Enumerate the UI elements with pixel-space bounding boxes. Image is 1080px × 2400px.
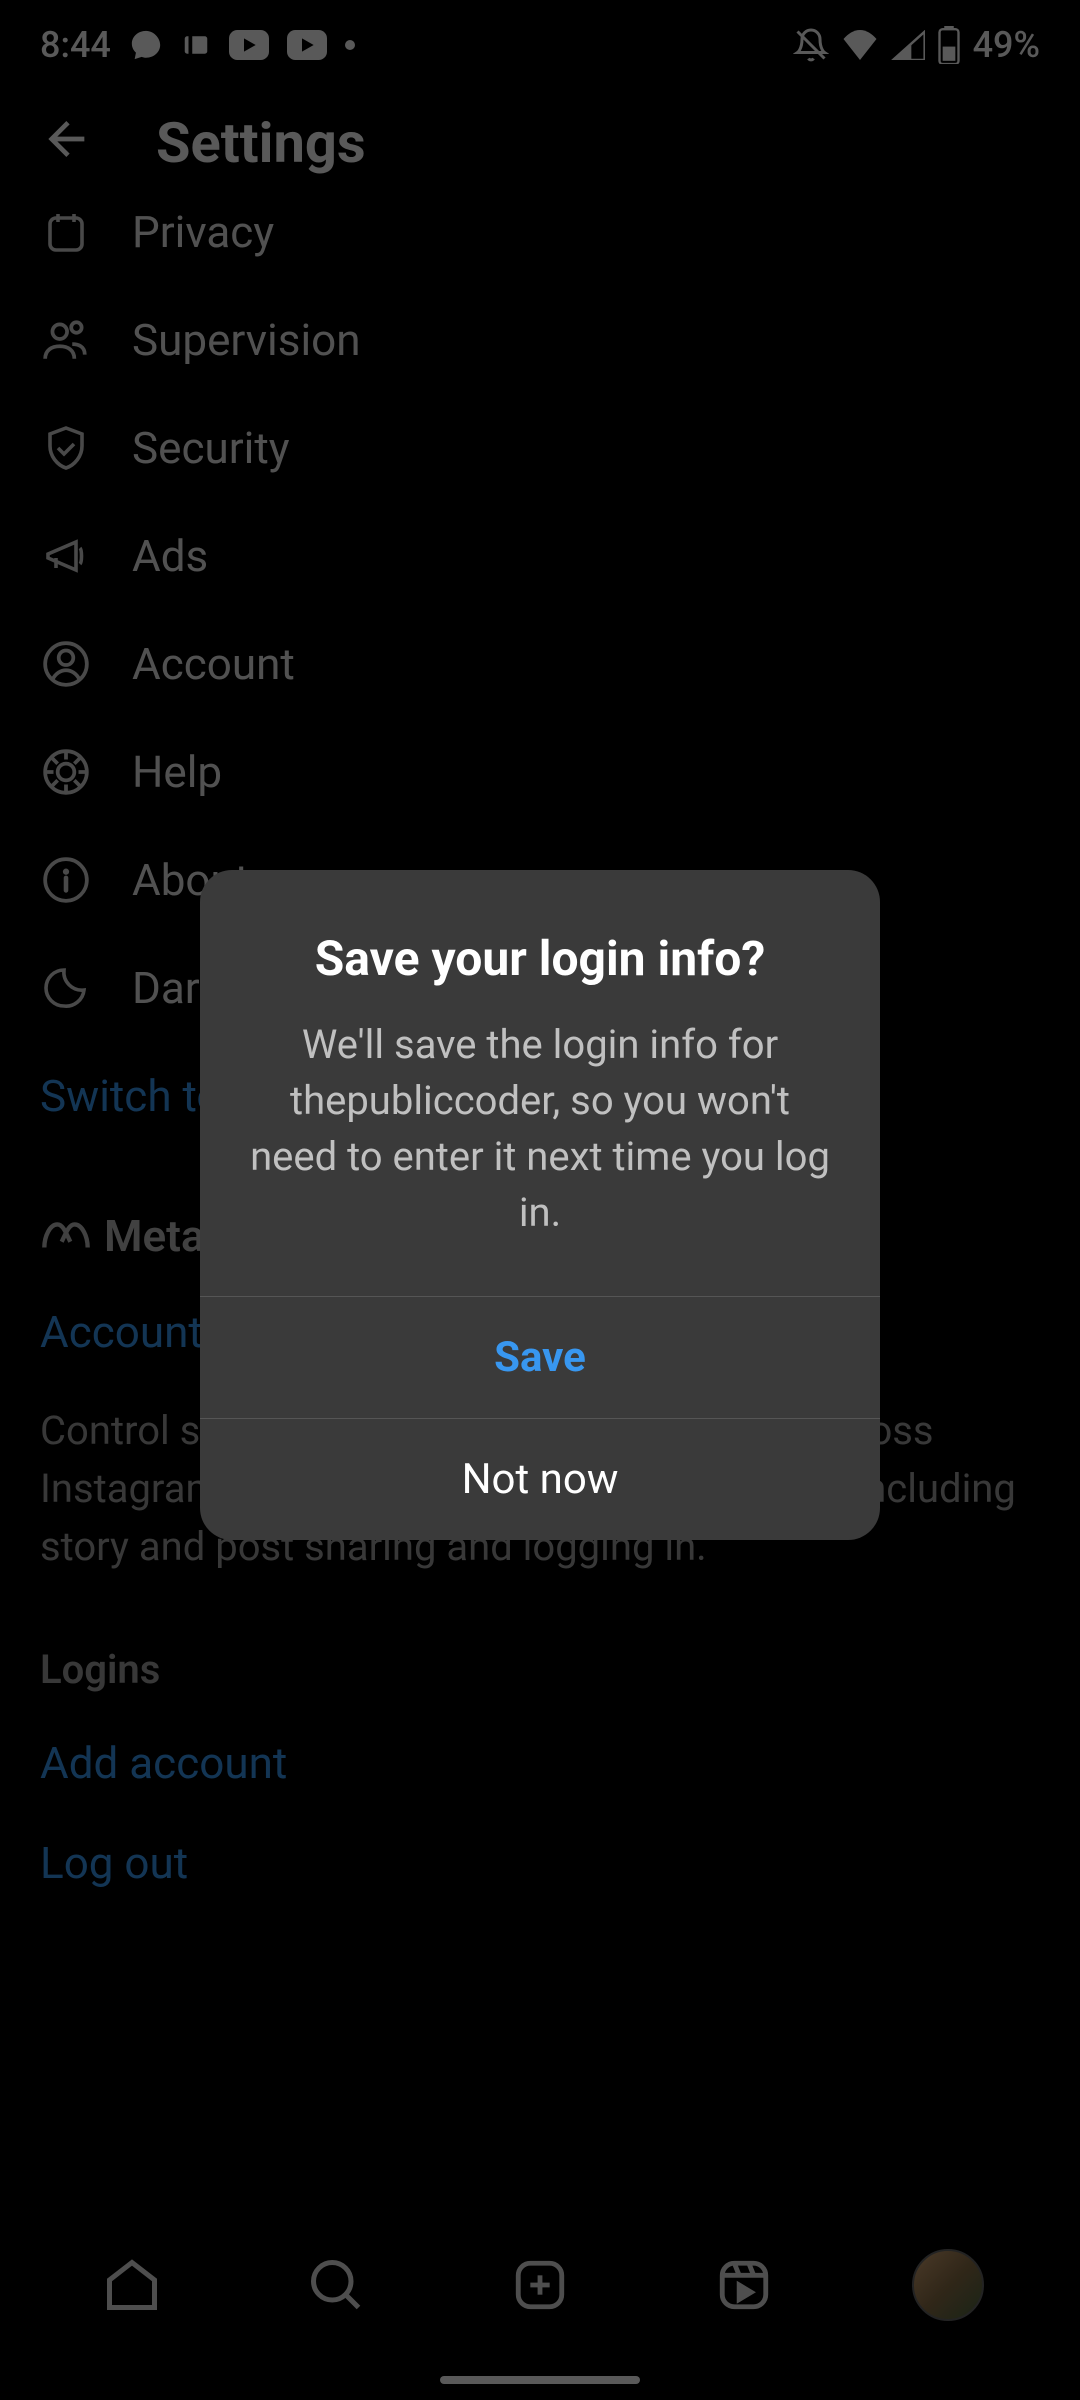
save-button[interactable]: Save [200, 1296, 880, 1418]
modal-text: We'll save the login info for thepublicc… [245, 1017, 835, 1241]
not-now-button[interactable]: Not now [200, 1418, 880, 1540]
save-login-modal: Save your login info? We'll save the log… [200, 870, 880, 1540]
modal-body: Save your login info? We'll save the log… [200, 870, 880, 1296]
modal-title: Save your login info? [245, 930, 835, 987]
